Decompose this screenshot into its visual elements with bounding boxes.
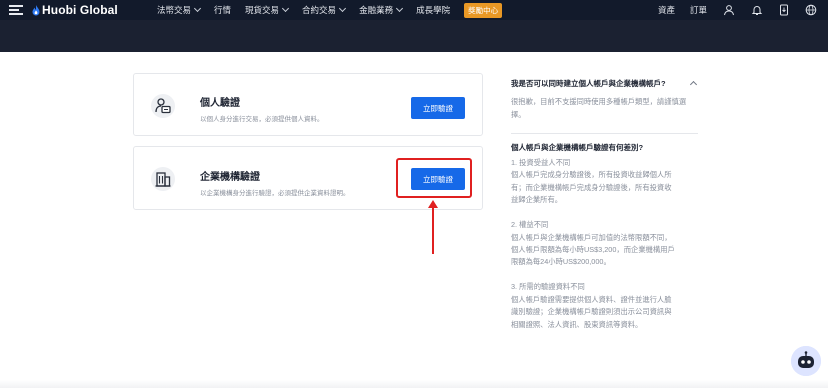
nav-item-label: 成長學院 [416, 5, 451, 15]
rewards-badge[interactable]: 獎勵中心 [464, 2, 503, 18]
bell-icon[interactable] [751, 4, 763, 16]
faq-answer-line: 限額為每24小時US$200,000。 [511, 257, 611, 267]
nav-orders-link[interactable]: 訂單 [690, 4, 707, 16]
nav-menu: 法幣交易 行情 現貨交易 合約交易 金融業務 成長學院 獎勵中心 [157, 0, 503, 20]
divider [511, 133, 698, 134]
nav-item-label: 現貨交易 [245, 5, 280, 15]
faq-answer-heading: 3. 所需的驗證資料不同 [511, 282, 585, 292]
verify-now-button[interactable]: 立即驗證 [411, 97, 465, 119]
nav-item-label: 法幣交易 [157, 5, 192, 15]
footer-edge [0, 380, 828, 388]
faq-answer-line: 個人帳戶驗證需要提供個人資料、證件並進行人臉 [511, 294, 672, 304]
flame-icon [32, 4, 40, 15]
card-title: 個人驗證 [200, 98, 240, 109]
nav-item-label: 行情 [214, 5, 232, 15]
logo-text: Huobi Global [42, 3, 118, 17]
highlight-box [396, 158, 472, 198]
person-id-icon [151, 94, 175, 118]
faq-answer-line: 個人帳戶與企業機構帳戶可加值的法幣限額不同， [511, 232, 672, 242]
menu-icon[interactable] [9, 5, 23, 15]
faq-answer-line: 識別驗證；企業機構帳戶驗證則須出示公司資訊與 [511, 307, 672, 317]
logo[interactable]: Huobi Global [32, 3, 118, 17]
nav-item-academy[interactable]: 成長學院 [416, 4, 450, 16]
faq-answer-line: 有；而企業機構帳戶完成身分驗證後，所有投資收 [511, 182, 672, 192]
faq-question[interactable]: 我是否可以同時建立個人帳戶與企業機構帳戶? [511, 78, 666, 89]
faq-answer-line: 個人帳戶限額為每小時US$3,200，而企業機構用戶 [511, 245, 675, 255]
nav-item-label: 金融業務 [359, 5, 394, 15]
nav-assets-link[interactable]: 資產 [658, 4, 675, 16]
top-nav: Huobi Global 法幣交易 行情 現貨交易 合約交易 金融業務 成長學院… [0, 0, 828, 20]
nav-item-finance[interactable]: 金融業務 [359, 4, 404, 16]
faq-answer-section: 3. 所需的驗證資料不同 個人帳戶驗證需要提供個人資料、證件並進行人臉 識別驗證… [511, 281, 698, 331]
chevron-down-icon [282, 4, 290, 13]
nav-item-markets[interactable]: 行情 [214, 4, 231, 16]
personal-verification-card: 個人驗證 以個人身分進行交易，必須提供個人資料。 立即驗證 [133, 73, 483, 136]
nav-item-contract-trading[interactable]: 合約交易 [302, 4, 347, 16]
user-icon[interactable] [723, 4, 735, 16]
globe-icon[interactable] [805, 4, 817, 16]
support-bot-button[interactable] [791, 346, 821, 376]
building-icon [151, 167, 175, 191]
nav-item-label: 合約交易 [302, 5, 337, 15]
faq-answer-line: 益歸企業所有。 [511, 195, 563, 205]
arrow-up-icon [428, 200, 438, 208]
faq-answer-section: 1. 投資受益人不同 個人帳戶完成身分驗證後，所有投資收益歸個人所 有；而企業機… [511, 157, 698, 207]
chevron-down-icon [396, 4, 404, 13]
download-icon[interactable] [778, 4, 790, 16]
page-banner [0, 20, 828, 52]
nav-right: 資產 訂單 [648, 0, 828, 20]
chevron-down-icon [339, 4, 347, 13]
faq-question[interactable]: 個人帳戶與企業機構帳戶驗證有何差別? [511, 142, 643, 153]
annotation-arrow-line [432, 206, 434, 254]
card-description: 以企業機構身分進行驗證，必須提供企業資料證明。 [200, 190, 350, 197]
faq-answer-line: 相關證照、法人資訊、股東資訊等資料。 [511, 319, 643, 329]
faq-answer: 很抱歉，目前不支援同時使用多種帳戶類型，請謹慎選擇。 [511, 97, 687, 119]
faq-answer-line: 個人帳戶完成身分驗證後，所有投資收益歸個人所 [511, 170, 672, 180]
chevron-up-icon[interactable] [689, 80, 698, 89]
faq-answer-heading: 1. 投資受益人不同 [511, 158, 571, 167]
card-description: 以個人身分進行交易，必須提供個人資料。 [200, 116, 324, 123]
card-title: 企業機構驗證 [200, 172, 260, 183]
faq-answer-section: 2. 權益不同 個人帳戶與企業機構帳戶可加值的法幣限額不同， 個人帳戶限額為每小… [511, 219, 698, 269]
nav-item-fiat-trading[interactable]: 法幣交易 [157, 4, 202, 16]
faq-answer-heading: 2. 權益不同 [511, 220, 549, 230]
chevron-down-icon [193, 4, 202, 13]
faq-answer: 1. 投資受益人不同 個人帳戶完成身分驗證後，所有投資收益歸個人所 有；而企業機… [511, 157, 698, 344]
nav-item-spot-trading[interactable]: 現貨交易 [245, 4, 290, 16]
robot-icon [791, 346, 821, 376]
